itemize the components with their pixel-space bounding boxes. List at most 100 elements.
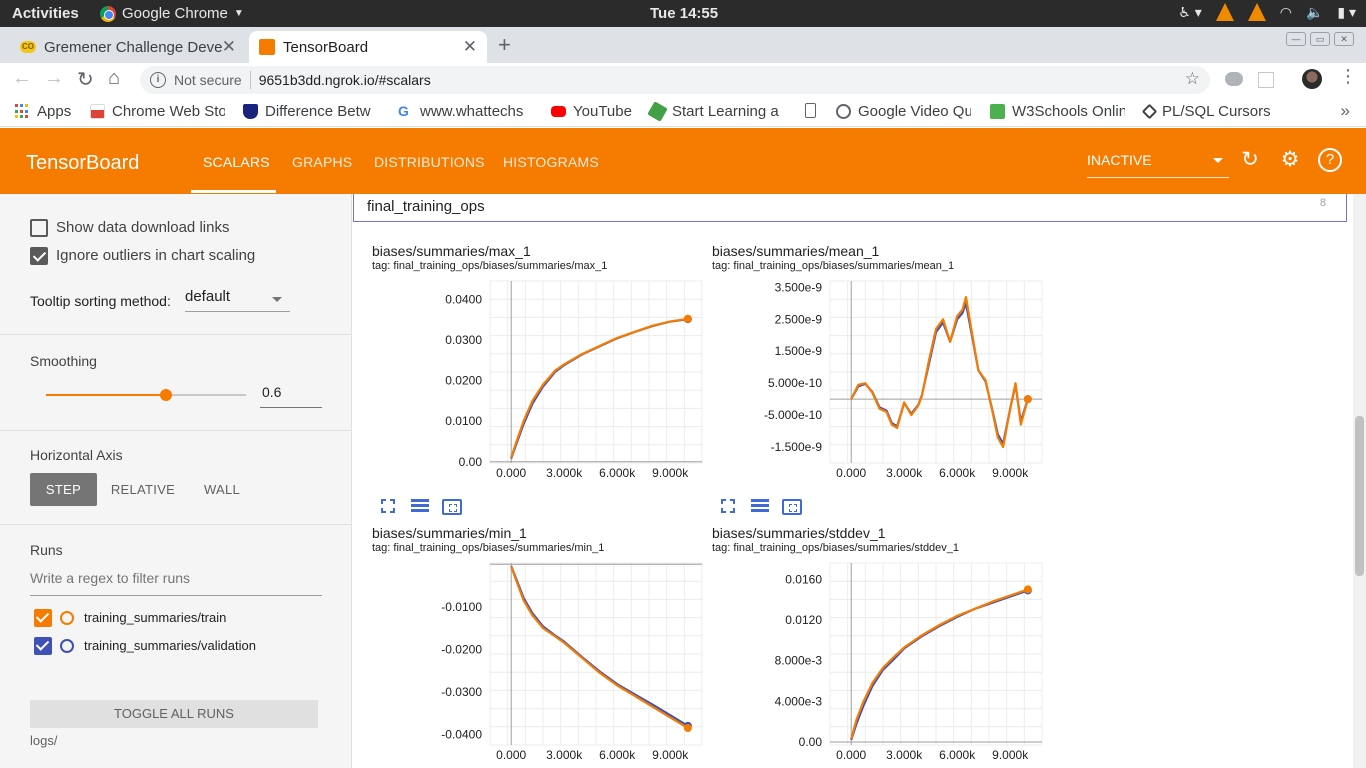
bookmark-label: www.whattechs bbox=[420, 103, 524, 120]
sidebar: Show data download links Ignore outliers… bbox=[0, 194, 352, 768]
bookmark-start-learning[interactable]: Start Learning a bbox=[647, 101, 784, 122]
extension-icon[interactable] bbox=[1258, 72, 1274, 88]
runs-filter-input[interactable]: Write a regex to filter runs bbox=[30, 570, 322, 596]
minimize-icon[interactable]: — bbox=[1286, 32, 1306, 46]
chart-plot[interactable]: 0.000 3.000k 6.000k 9.000k -1.500e-9 -5.000e-… bbox=[712, 279, 1047, 479]
browser-tab-tensorboard[interactable]: TensorBoard ✕ bbox=[249, 31, 487, 63]
back-arrow-icon[interactable]: ← bbox=[12, 67, 32, 90]
bookmark-w3schools[interactable]: W3Schools Onlin bbox=[990, 103, 1125, 120]
toggle-all-runs-button[interactable]: TOGGLE ALL RUNS bbox=[30, 700, 318, 728]
inactive-plugins-select[interactable]: INACTIVE bbox=[1087, 152, 1229, 178]
activities-button[interactable]: Activities bbox=[12, 5, 79, 22]
refresh-icon[interactable]: ↻ bbox=[1238, 148, 1262, 172]
smoothing-input[interactable]: 0.6 bbox=[260, 384, 322, 408]
system-tray: ♿ ▾ ◠ 🔈 ▮ ▾ bbox=[1178, 3, 1356, 21]
toggle-log-scale-button[interactable] bbox=[751, 499, 769, 518]
bookmark-apps[interactable]: Apps bbox=[15, 103, 71, 120]
tab-histograms[interactable]: HISTOGRAMS bbox=[503, 154, 599, 170]
fit-domain-button[interactable] bbox=[442, 499, 462, 520]
bookmark-google-video[interactable]: Google Video Qu bbox=[836, 103, 971, 120]
series-endpoint bbox=[1023, 395, 1032, 404]
profile-avatar[interactable] bbox=[1302, 69, 1322, 89]
bookmark-label: Google Video Qu bbox=[858, 103, 971, 120]
tag-group-header[interactable]: final_training_ops 8 bbox=[353, 194, 1347, 222]
bookmark-youtube[interactable]: YouTube bbox=[551, 103, 632, 120]
y-tick-label: 2.500e-9 bbox=[775, 312, 823, 326]
info-icon[interactable]: i bbox=[150, 72, 166, 88]
run-validation-checkbox[interactable] bbox=[34, 637, 52, 655]
axis-step-button[interactable]: STEP bbox=[30, 473, 97, 506]
clock[interactable]: Tue 14:55 bbox=[650, 5, 718, 22]
web-store-icon bbox=[90, 104, 105, 119]
smoothing-slider[interactable] bbox=[46, 389, 246, 401]
extension-icon[interactable] bbox=[1225, 72, 1243, 86]
chart-card: biases/summaries/max_1 tag: final_traini… bbox=[372, 243, 712, 515]
bookmark-chrome-web-store[interactable]: Chrome Web Sto bbox=[90, 103, 225, 120]
run-train-checkbox[interactable] bbox=[34, 609, 52, 627]
browser-tab-gremener[interactable]: CO Gremener Challenge Deve ✕ bbox=[10, 31, 246, 63]
chevron-right-icon[interactable]: » bbox=[1341, 101, 1350, 121]
address-bar[interactable]: i Not secure 9651b3dd.ngrok.io/#scalars … bbox=[140, 66, 1210, 94]
close-window-icon[interactable]: ✕ bbox=[1334, 32, 1354, 46]
slider-knob[interactable] bbox=[160, 389, 172, 401]
expand-chart-button[interactable] bbox=[381, 499, 395, 518]
security-status[interactable]: Not secure bbox=[174, 72, 242, 88]
battery-icon[interactable]: ▮ ▾ bbox=[1337, 4, 1356, 21]
more-vert-icon[interactable]: ⋮ bbox=[1339, 66, 1357, 87]
maximize-icon[interactable]: ▭ bbox=[1310, 32, 1330, 46]
run-train-label[interactable]: training_summaries/train bbox=[84, 610, 226, 625]
run-color-swatch[interactable] bbox=[60, 611, 74, 625]
chart-plot[interactable]: 0.000 3.000k 6.000k 9.000k 0.00 4.000e-3 8.000… bbox=[712, 561, 1047, 761]
volume-icon[interactable]: 🔈 bbox=[1306, 4, 1323, 21]
expand-chart-button[interactable] bbox=[721, 499, 735, 518]
w3schools-icon bbox=[990, 104, 1005, 119]
browser-toolbar: ← → ↻ ⌂ i Not secure 9651b3dd.ngrok.io/#… bbox=[0, 63, 1366, 97]
run-color-swatch[interactable] bbox=[60, 639, 74, 653]
home-icon[interactable]: ⌂ bbox=[108, 67, 120, 90]
close-icon[interactable]: ✕ bbox=[463, 37, 477, 57]
bookmark-star-icon[interactable]: ☆ bbox=[1185, 69, 1200, 89]
scrollbar-thumb[interactable] bbox=[1355, 416, 1364, 576]
vlc-icon[interactable] bbox=[1247, 3, 1266, 21]
axis-wall-button[interactable]: WALL bbox=[195, 473, 249, 506]
logdir-label: logs/ bbox=[30, 733, 58, 748]
bookmark-page[interactable] bbox=[805, 103, 823, 118]
codingame-icon: CO bbox=[20, 41, 36, 53]
fit-domain-button[interactable] bbox=[782, 499, 802, 520]
bookmark-whattechs[interactable]: G www.whattechs bbox=[398, 103, 532, 120]
tab-graphs[interactable]: GRAPHS bbox=[292, 154, 352, 170]
caret-down-icon bbox=[272, 297, 282, 302]
x-tick-label: 6.000k bbox=[939, 466, 976, 479]
wifi-icon[interactable]: ◠ bbox=[1280, 4, 1292, 21]
bookmark-difference[interactable]: Difference Betw bbox=[243, 103, 377, 120]
forward-arrow-icon[interactable]: → bbox=[44, 67, 64, 90]
app-menu[interactable]: Google Chrome ▼ bbox=[100, 5, 244, 22]
run-validation-label[interactable]: training_summaries/validation bbox=[84, 638, 256, 653]
settings-gear-icon[interactable]: ⚙ bbox=[1278, 148, 1302, 172]
vertical-scrollbar[interactable] bbox=[1353, 194, 1366, 768]
reload-icon[interactable]: ↻ bbox=[77, 67, 94, 92]
chart-plot[interactable]: 0.000 3.000k 6.000k 9.000k 0.00 0.0100 0.0200 0… bbox=[372, 279, 707, 479]
toggle-log-scale-button[interactable] bbox=[411, 499, 429, 518]
tab-scalars[interactable]: SCALARS bbox=[203, 154, 270, 170]
help-icon[interactable]: ? bbox=[1318, 148, 1342, 172]
download-links-checkbox[interactable] bbox=[30, 219, 48, 237]
ignore-outliers-label[interactable]: Ignore outliers in chart scaling bbox=[56, 247, 255, 264]
tab-distributions[interactable]: DISTRIBUTIONS bbox=[374, 154, 485, 170]
y-tick-label: -0.0200 bbox=[441, 642, 482, 656]
accessibility-icon[interactable]: ♿ ▾ bbox=[1178, 4, 1201, 21]
compass-icon bbox=[836, 104, 851, 119]
tooltip-sorting-dropdown[interactable]: default bbox=[185, 288, 290, 312]
active-tab-indicator bbox=[191, 190, 276, 193]
url-text[interactable]: 9651b3dd.ngrok.io/#scalars bbox=[259, 72, 431, 88]
close-icon[interactable]: ✕ bbox=[222, 37, 236, 57]
ignore-outliers-checkbox[interactable] bbox=[30, 247, 48, 265]
fullscreen-icon bbox=[381, 499, 395, 513]
bookmark-plsql[interactable]: PL/SQL Cursors bbox=[1141, 103, 1271, 120]
download-links-label[interactable]: Show data download links bbox=[56, 219, 229, 236]
axis-relative-button[interactable]: RELATIVE bbox=[106, 473, 180, 506]
new-tab-plus-icon[interactable]: + bbox=[498, 32, 511, 58]
chart-plot[interactable]: 0.000 3.000k 6.000k 9.000k -0.0100 -0.0200 -0.… bbox=[372, 561, 707, 761]
vlc-icon[interactable] bbox=[1215, 3, 1234, 21]
x-tick-label: 0.000 bbox=[836, 748, 866, 761]
